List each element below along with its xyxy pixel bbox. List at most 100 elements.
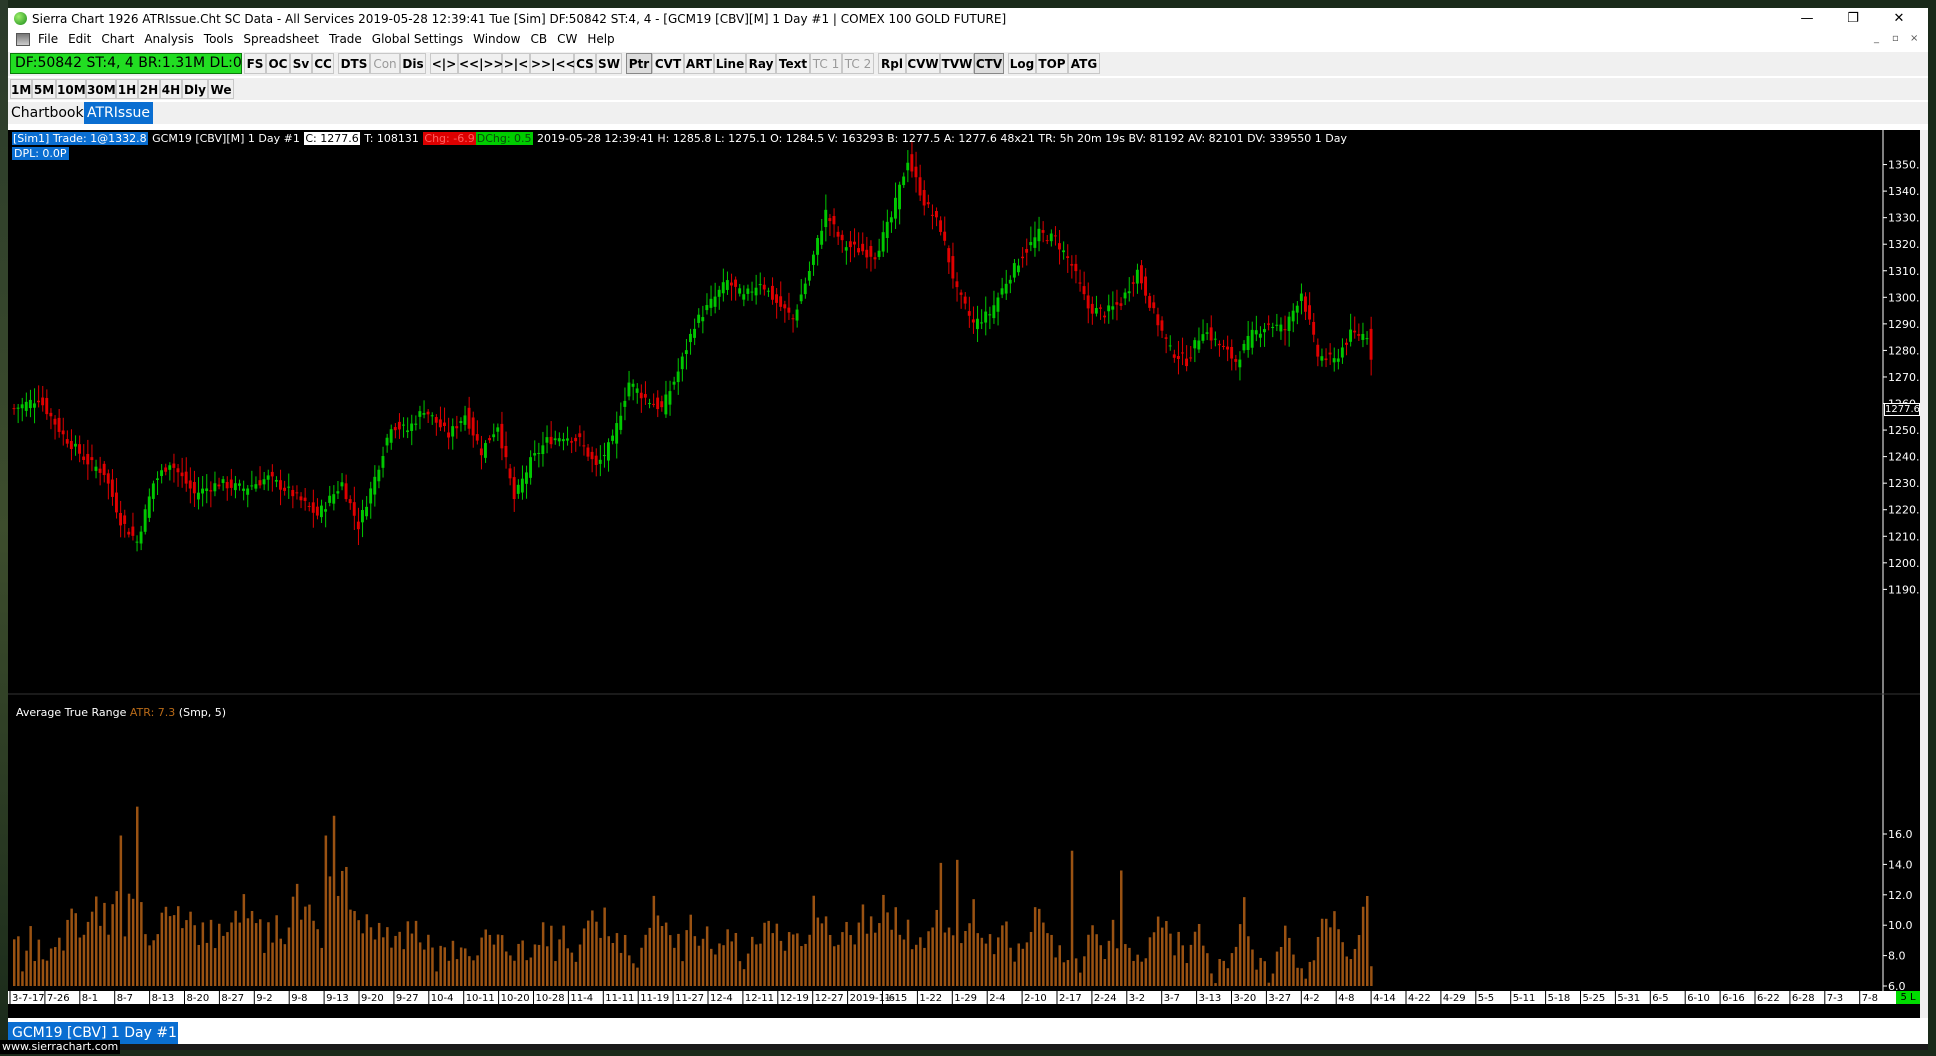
toolbar-button-line[interactable]: Line xyxy=(714,53,746,74)
toolbar-button-con[interactable]: Con xyxy=(370,53,400,74)
toolbar-button-dly[interactable]: Dly xyxy=(182,79,208,99)
toolbar-button-cc[interactable]: CC xyxy=(312,53,334,74)
candle-body xyxy=(824,209,828,228)
toolbar-button-sv[interactable]: Sv xyxy=(290,53,312,74)
time-tick-label: 4-14 xyxy=(1373,993,1396,1004)
toolbar-button-5m[interactable]: 5M xyxy=(32,79,56,99)
chart-window-icon[interactable] xyxy=(16,33,30,46)
toolbar-button-cvw[interactable]: CVW xyxy=(906,53,940,74)
toolbar-button-ctv[interactable]: CTV xyxy=(974,53,1004,74)
menu-window[interactable]: Window xyxy=(473,32,520,46)
chart-area[interactable]: 1350.0 1340.0 1330.0 1320.0 1310.0 1300.0 1290… xyxy=(8,130,1920,1018)
mdi-restore-button[interactable]: ▫ xyxy=(1892,33,1899,44)
candle-body xyxy=(1254,330,1258,335)
toolbar-button-ray[interactable]: Ray xyxy=(746,53,776,74)
toolbar-button-atg[interactable]: ATG xyxy=(1068,53,1100,74)
menu-file[interactable]: File xyxy=(38,32,58,46)
candle-body xyxy=(49,412,53,417)
atr-bar xyxy=(685,930,688,986)
candle-body xyxy=(12,408,16,410)
candle-body xyxy=(820,230,824,245)
atr-bar xyxy=(1009,947,1012,986)
candle-body xyxy=(41,397,45,406)
toolbar-button-gtbarlt[interactable]: >|< xyxy=(502,53,530,74)
toolbar-button-sw[interactable]: SW xyxy=(596,53,622,74)
close-button[interactable]: ✕ xyxy=(1876,8,1922,30)
candle-body xyxy=(479,448,483,456)
candle-body xyxy=(156,478,159,481)
toolbar-button-tvw[interactable]: TVW xyxy=(940,53,974,74)
candle-body xyxy=(1357,334,1361,336)
toolbar-button-cs[interactable]: CS xyxy=(574,53,596,74)
toolbar-button-art[interactable]: ART xyxy=(684,53,714,74)
time-tick-label: 5-25 xyxy=(1583,993,1606,1004)
tab-atrissue[interactable]: ATRIssue xyxy=(84,102,153,124)
atr-bar xyxy=(792,934,795,986)
menu-global-settings[interactable]: Global Settings xyxy=(372,32,463,46)
toolbar-button-tc-1[interactable]: TC 1 xyxy=(810,53,842,74)
menu-cw[interactable]: CW xyxy=(557,32,577,46)
atr-bar xyxy=(1279,946,1283,986)
mdi-minimize-button[interactable]: _ xyxy=(1874,33,1879,44)
menu-edit[interactable]: Edit xyxy=(68,32,91,46)
minimize-button[interactable]: — xyxy=(1784,8,1830,30)
menu-analysis[interactable]: Analysis xyxy=(144,32,193,46)
chart-canvas[interactable]: 1350.0 1340.0 1330.0 1320.0 1310.0 1300.0 1290… xyxy=(8,130,1920,1018)
toolbar-button-1h[interactable]: 1H xyxy=(116,79,138,99)
connection-status-box[interactable]: DF:50842 ST:4, 4 BR:1.31M DL:0 xyxy=(10,53,242,74)
toolbar-button-oc[interactable]: OC xyxy=(266,53,290,74)
toolbar-button-fs[interactable]: FS xyxy=(244,53,266,74)
mdi-close-button[interactable]: × xyxy=(1910,33,1918,44)
toolbar-button-10m[interactable]: 10M xyxy=(56,79,86,99)
toolbar-button-text[interactable]: Text xyxy=(776,53,810,74)
title-bar[interactable]: Sierra Chart 1926 ATRIssue.Cht SC Data -… xyxy=(8,8,1928,30)
toolbar-button-ltbargt[interactable]: <|> xyxy=(430,53,458,74)
candle-body xyxy=(1324,358,1328,361)
toolbar-button-tc-2[interactable]: TC 2 xyxy=(842,53,874,74)
atr-bar xyxy=(800,946,803,986)
toolbar-button-rpl[interactable]: Rpl xyxy=(878,53,906,74)
toolbar-button-1m[interactable]: 1M xyxy=(10,79,32,99)
toolbar-button-2h[interactable]: 2H xyxy=(138,79,160,99)
tab-chartbook1[interactable]: Chartbook1 xyxy=(8,102,96,124)
candle-body xyxy=(828,218,832,222)
candle-body xyxy=(652,403,655,405)
toolbar-button-gtgtbarltlt[interactable]: >>|<< xyxy=(530,53,576,74)
toolbar-button-dis[interactable]: Dis xyxy=(400,53,426,74)
candle-body xyxy=(541,445,545,455)
candle-body xyxy=(102,463,106,476)
toolbar-button-we[interactable]: We xyxy=(208,79,234,99)
atr-study-label[interactable]: Average True Range ATR: 7.3 (Smp, 5) xyxy=(16,706,226,719)
toolbar-button-30m[interactable]: 30M xyxy=(86,79,116,99)
menu-chart[interactable]: Chart xyxy=(101,32,134,46)
menu-cb[interactable]: CB xyxy=(530,32,547,46)
toolbar-button-dts[interactable]: DTS xyxy=(338,53,370,74)
atr-bar xyxy=(1185,963,1189,986)
atr-bar xyxy=(1333,911,1336,986)
menu-trade[interactable]: Trade xyxy=(329,32,362,46)
candle-body xyxy=(381,456,385,468)
menu-tools[interactable]: Tools xyxy=(204,32,234,46)
atr-bar xyxy=(1259,957,1262,986)
menu-spreadsheet[interactable]: Spreadsheet xyxy=(243,32,319,46)
atr-bar xyxy=(984,943,988,986)
toolbar-button-log[interactable]: Log xyxy=(1008,53,1036,74)
atr-bar xyxy=(578,944,582,986)
toolbar-button-ltltbargtgt[interactable]: <<|>> xyxy=(458,53,504,74)
candle-body xyxy=(311,502,315,513)
atr-bar xyxy=(697,945,701,986)
toolbar-button-ptr[interactable]: Ptr xyxy=(626,53,652,74)
menu-help[interactable]: Help xyxy=(587,32,614,46)
candle-body xyxy=(115,492,118,513)
candle-body xyxy=(738,288,742,294)
candle-body xyxy=(1349,329,1352,342)
scale-selector-box[interactable]: 5 L xyxy=(1896,991,1920,1004)
toolbar-button-cvt[interactable]: CVT xyxy=(652,53,684,74)
toolbar-button-4h[interactable]: 4H xyxy=(160,79,182,99)
candle-body xyxy=(947,248,951,263)
vertical-scrollbar[interactable] xyxy=(1920,130,1928,1018)
restore-button[interactable]: ❐ xyxy=(1830,8,1876,30)
toolbar-button-top[interactable]: TOP xyxy=(1036,53,1068,74)
candle-body xyxy=(291,490,295,497)
candle-body xyxy=(217,484,221,487)
